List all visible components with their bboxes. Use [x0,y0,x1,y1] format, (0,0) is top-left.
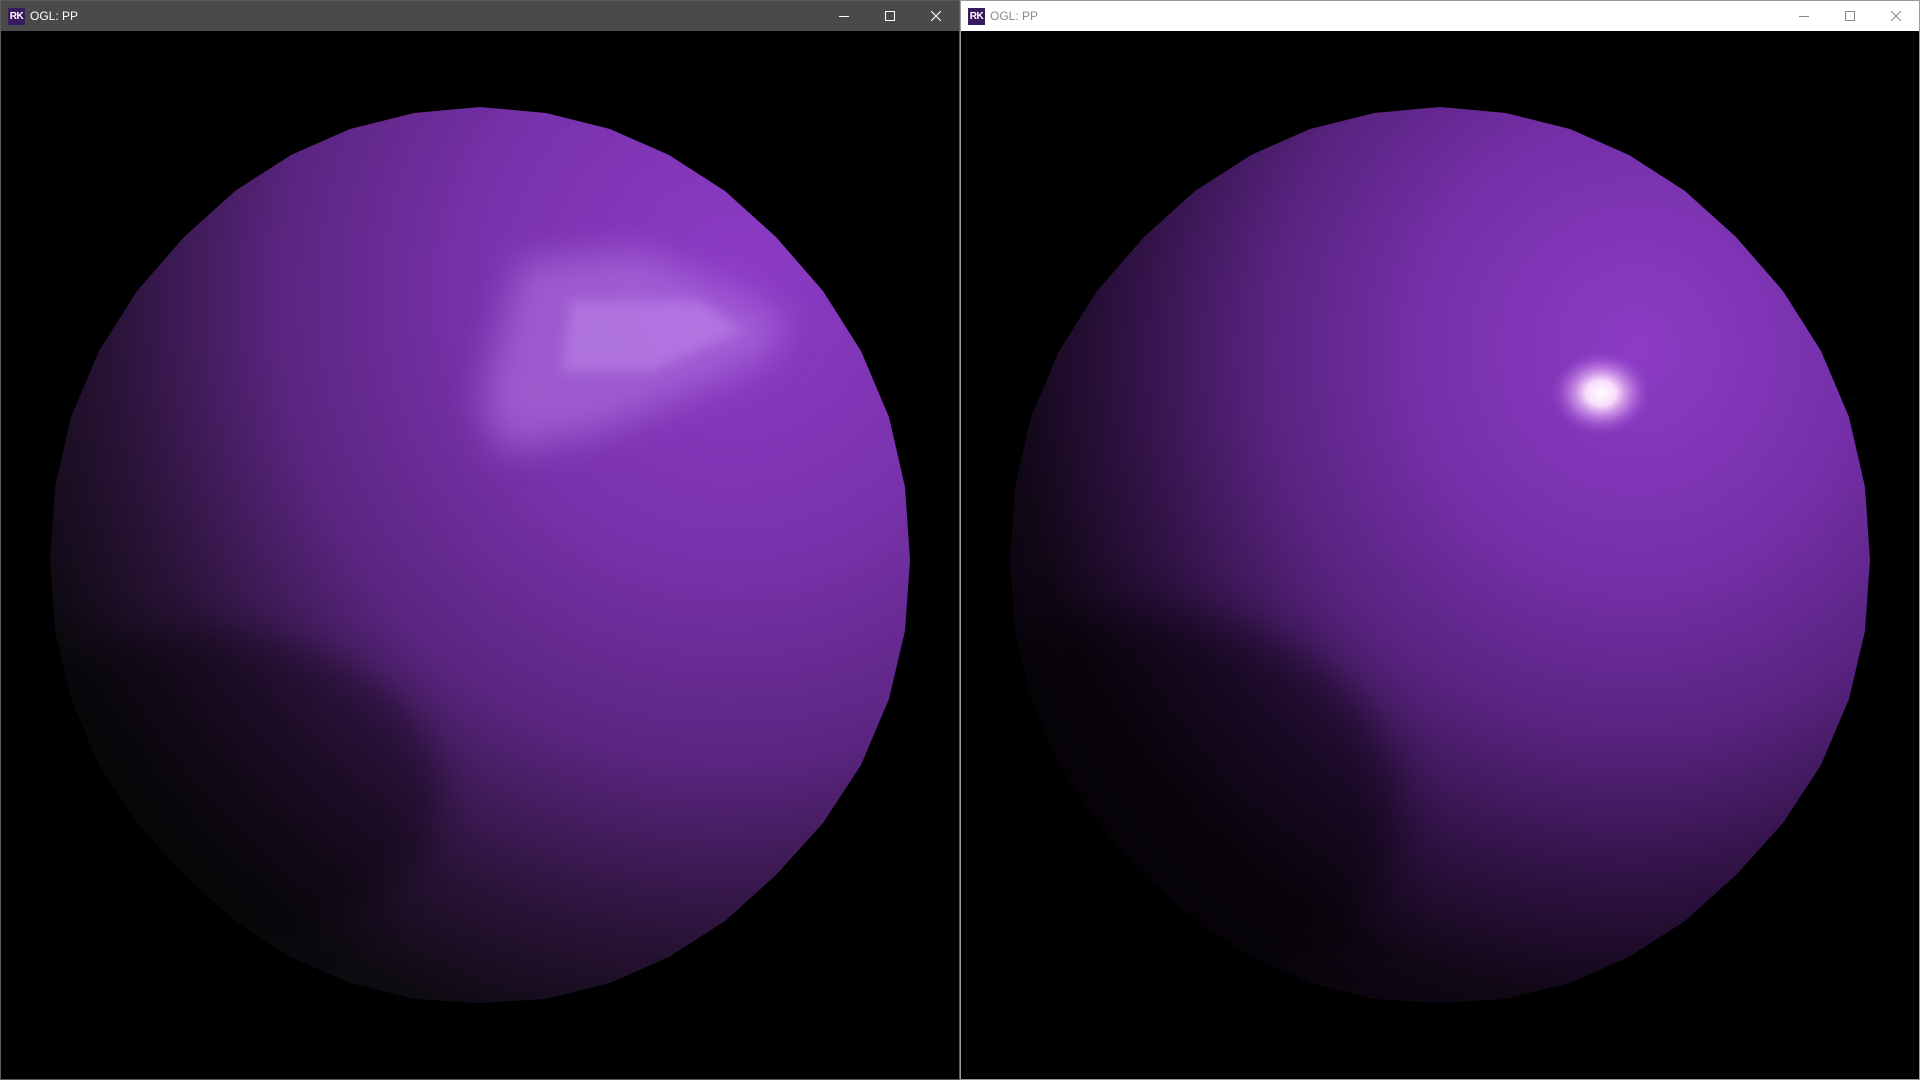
minimize-icon [1799,16,1809,17]
caption-buttons [821,1,959,31]
minimize-icon [839,16,849,17]
caption-buttons [1781,1,1919,31]
minimize-button[interactable] [821,1,867,31]
minimize-button[interactable] [1781,1,1827,31]
flat-shaded-sphere-scene [50,107,910,1003]
close-icon [1891,11,1901,21]
maximize-icon [885,11,895,21]
maximize-button[interactable] [1827,1,1873,31]
app-logo-icon: RK [8,7,25,25]
app-logo-icon: RK [968,7,985,25]
render-window-left[interactable]: RK OGL: PP [0,0,960,1080]
title-bar[interactable]: RK OGL: PP [961,1,1919,31]
close-button[interactable] [913,1,959,31]
specular-highlight [1551,351,1651,435]
close-icon [931,11,941,21]
window-title: OGL: PP [30,9,79,23]
desktop: RK OGL: PP RK OGL: PP [0,0,1920,1080]
window-title: OGL: PP [990,9,1039,23]
maximize-button[interactable] [867,1,913,31]
gl-viewport[interactable] [961,31,1919,1079]
title-bar[interactable]: RK OGL: PP [1,1,959,31]
render-window-right[interactable]: RK OGL: PP [960,0,1920,1080]
gl-viewport[interactable] [1,31,959,1079]
close-button[interactable] [1873,1,1919,31]
maximize-icon [1845,11,1855,21]
smooth-shaded-sphere-scene [1010,107,1870,1003]
